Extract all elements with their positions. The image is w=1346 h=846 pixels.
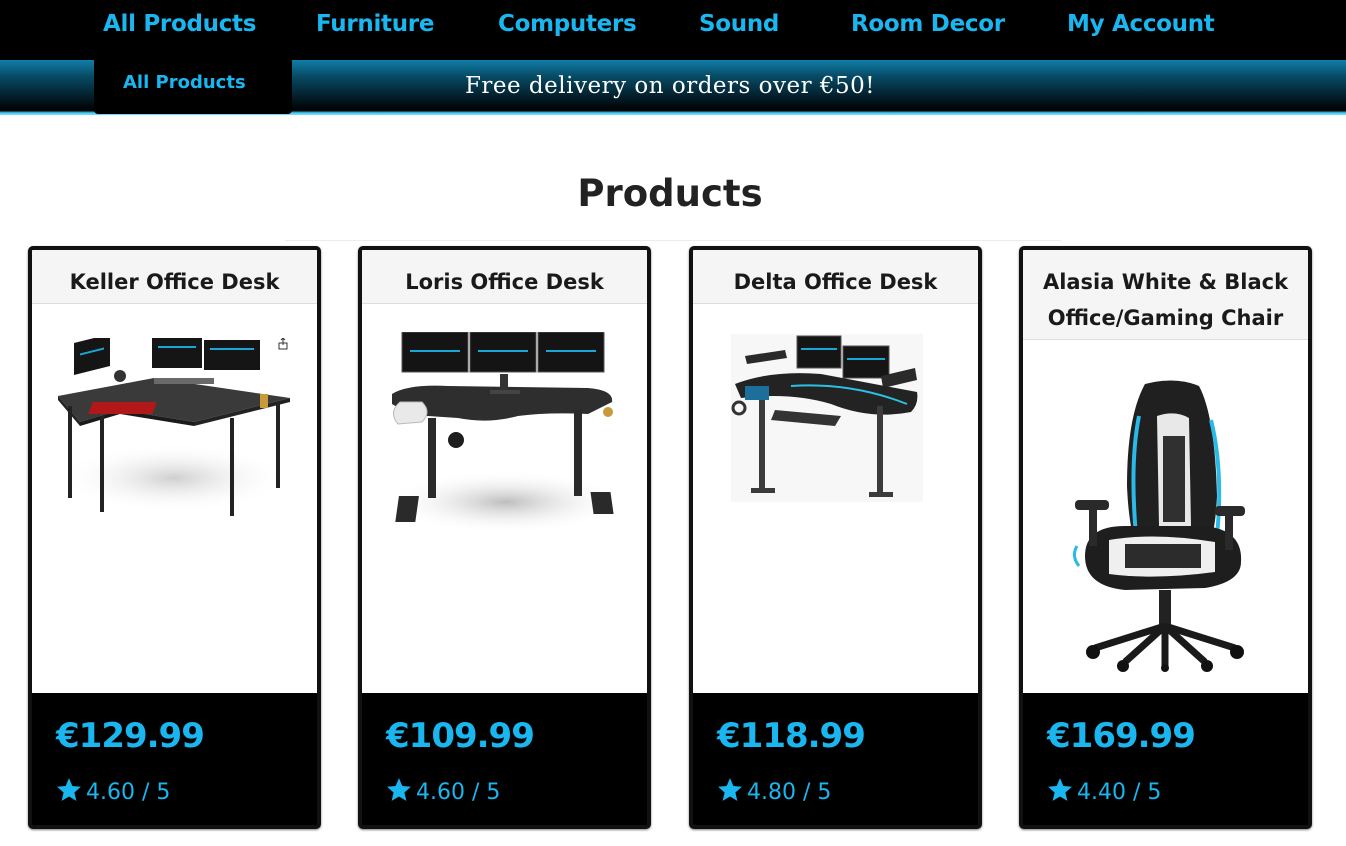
star-icon: [387, 778, 411, 801]
product-price: €129.99: [56, 716, 205, 756]
product-card-keller-office-desk[interactable]: Keller Office Desk €129.99 4.60 / 5: [28, 246, 321, 829]
product-rating: 4.40 / 5: [1047, 777, 1161, 805]
nav-link-room-decor[interactable]: Room Decor: [851, 6, 1005, 42]
product-card-body: Delta Office Desk: [693, 250, 978, 693]
all-products-dropdown: All Products: [94, 60, 292, 114]
product-price: €118.99: [717, 716, 866, 756]
product-card-loris-office-desk[interactable]: Loris Office Desk €109.99 4.60 / 5: [358, 246, 651, 829]
l-shaped-desk-image[interactable]: [54, 334, 294, 524]
product-card-body: Loris Office Desk: [362, 250, 647, 693]
product-card-alasia-chair[interactable]: Alasia White & Black Office/Gaming Chair: [1019, 246, 1312, 829]
share-icon[interactable]: [278, 338, 288, 350]
product-title: Delta Office Desk: [693, 250, 978, 304]
star-icon: [718, 778, 742, 801]
product-card-body: Alasia White & Black Office/Gaming Chair: [1023, 250, 1308, 693]
page-title: Products: [577, 172, 763, 215]
product-title: Keller Office Desk: [32, 250, 317, 304]
star-icon: [57, 778, 81, 801]
product-rating: 4.60 / 5: [386, 777, 500, 805]
nav-link-my-account[interactable]: My Account: [1067, 6, 1215, 42]
product-price: €109.99: [386, 716, 535, 756]
dropdown-item-all-products[interactable]: All Products: [123, 72, 246, 93]
product-rating: 4.60 / 5: [56, 777, 170, 805]
nav-link-sound[interactable]: Sound: [699, 6, 779, 42]
gaming-desk-image[interactable]: [386, 331, 626, 534]
gaming-chair-image[interactable]: [1065, 376, 1265, 672]
star-icon: [1048, 778, 1072, 801]
product-rating: 4.80 / 5: [717, 777, 831, 805]
product-price: €169.99: [1047, 716, 1196, 756]
product-card-delta-office-desk[interactable]: Delta Office Desk €118.99 4.80 / 5: [689, 246, 982, 829]
corner-desk-image[interactable]: [731, 334, 923, 502]
product-title: Loris Office Desk: [362, 250, 647, 304]
product-card-body: Keller Office Desk: [32, 250, 317, 693]
title-divider: [285, 240, 1061, 241]
top-navigation: All Products Furniture Computers Sound R…: [0, 0, 1346, 60]
nav-link-furniture[interactable]: Furniture: [316, 6, 434, 42]
nav-link-all-products[interactable]: All Products: [103, 6, 256, 42]
nav-link-computers[interactable]: Computers: [498, 6, 637, 42]
product-title: Alasia White & Black Office/Gaming Chair: [1023, 250, 1308, 340]
